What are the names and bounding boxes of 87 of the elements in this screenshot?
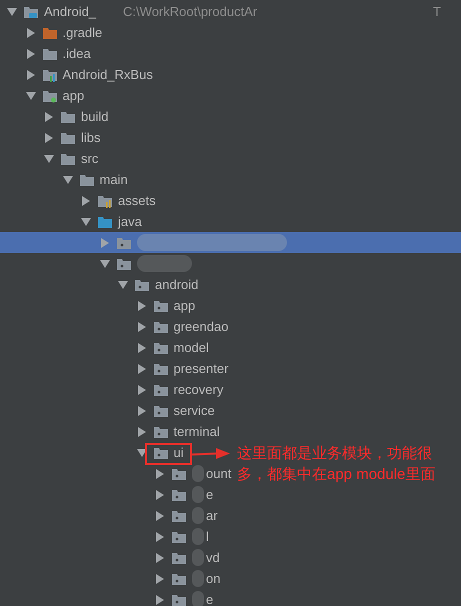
tree-label: .idea xyxy=(62,44,91,63)
module-folder-icon xyxy=(42,88,58,102)
caret-icon[interactable] xyxy=(24,48,36,60)
caret-icon[interactable] xyxy=(136,362,148,374)
caret-icon[interactable] xyxy=(80,216,92,228)
tree-label: terminal xyxy=(174,422,220,441)
tree-label: on xyxy=(206,570,220,588)
tree-label: java xyxy=(118,212,142,231)
caret-icon[interactable] xyxy=(43,132,55,144)
caret-icon[interactable] xyxy=(24,26,36,38)
annotation-text: 这里面都是业务模块，功能很多，都集中在app module里面 xyxy=(237,444,436,485)
tree-label: main xyxy=(100,170,128,189)
package-folder-icon xyxy=(134,278,150,292)
tree-label: e xyxy=(206,590,214,606)
caret-icon[interactable] xyxy=(117,278,129,290)
caret-icon[interactable] xyxy=(154,510,166,522)
tree-label: e xyxy=(206,486,214,504)
caret-icon[interactable] xyxy=(43,110,55,122)
caret-icon[interactable] xyxy=(136,426,148,438)
caret-icon[interactable] xyxy=(62,174,74,186)
package-folder-icon xyxy=(152,362,168,376)
folder-icon xyxy=(60,110,76,124)
tree-label: android xyxy=(155,276,198,294)
caret-icon[interactable] xyxy=(6,6,18,18)
project-path-end: T xyxy=(433,2,441,21)
tree-label: Android_ xyxy=(44,2,96,21)
folder-icon xyxy=(42,46,58,60)
package-folder-icon xyxy=(171,466,187,480)
tree-label: ount xyxy=(206,464,232,483)
caret-icon[interactable] xyxy=(154,572,166,584)
tree-label: build xyxy=(81,108,108,126)
package-folder-icon xyxy=(171,508,187,522)
package-folder-icon xyxy=(152,298,168,312)
caret-icon[interactable] xyxy=(154,594,166,606)
package-folder-icon xyxy=(152,382,168,396)
caret-icon[interactable] xyxy=(43,152,55,164)
package-folder-icon xyxy=(152,320,168,334)
package-folder-icon xyxy=(152,446,168,460)
caret-icon[interactable] xyxy=(136,446,148,458)
tree-label: l xyxy=(206,528,209,546)
tree-label: greendao xyxy=(174,318,228,336)
tree-label: vd xyxy=(206,548,220,567)
tree-label: .gradle xyxy=(62,24,102,42)
tree-label: ui xyxy=(174,444,184,462)
tree-label: app xyxy=(174,296,196,315)
tree-label: assets xyxy=(118,192,156,210)
package-folder-icon xyxy=(171,530,187,544)
caret-icon[interactable] xyxy=(136,404,148,416)
package-folder-icon xyxy=(171,572,187,586)
caret-icon[interactable] xyxy=(136,342,148,354)
tree-label: presenter xyxy=(174,360,228,378)
tree-label: app xyxy=(62,86,84,105)
caret-icon[interactable] xyxy=(154,488,166,500)
folder-icon xyxy=(60,130,76,144)
caret-icon[interactable] xyxy=(154,530,166,542)
module-folder-icon xyxy=(42,68,58,82)
excluded-folder-icon xyxy=(42,26,58,40)
caret-icon[interactable] xyxy=(24,68,36,80)
folder-icon xyxy=(78,172,94,186)
package-folder-icon xyxy=(116,256,132,270)
tree-label: service xyxy=(174,402,215,420)
caret-icon[interactable] xyxy=(136,320,148,332)
tree-label: Android_RxBus xyxy=(62,66,153,84)
source-folder-icon xyxy=(97,214,113,228)
folder-icon xyxy=(60,152,76,166)
package-folder-icon xyxy=(152,404,168,418)
tree-label: src xyxy=(81,150,98,168)
caret-icon[interactable] xyxy=(154,468,166,480)
caret-icon[interactable] xyxy=(98,258,110,270)
tree-label: recovery xyxy=(174,380,224,399)
caret-icon[interactable] xyxy=(154,552,166,564)
package-folder-icon xyxy=(152,340,168,354)
project-path: C:\WorkRoot\productAr xyxy=(123,2,258,21)
resources-folder-icon xyxy=(97,194,113,208)
arrow-icon xyxy=(192,448,230,460)
caret-icon[interactable] xyxy=(136,384,148,396)
caret-icon[interactable] xyxy=(24,90,36,102)
caret-icon[interactable] xyxy=(80,194,92,206)
tree-label: ar xyxy=(206,506,218,525)
package-folder-icon xyxy=(116,236,132,250)
project-folder-icon xyxy=(23,4,39,18)
package-folder-icon xyxy=(171,550,187,564)
tree-label: libs xyxy=(81,128,101,147)
package-folder-icon xyxy=(152,424,168,438)
package-folder-icon xyxy=(171,488,187,502)
tree-label: model xyxy=(174,338,209,357)
caret-icon[interactable] xyxy=(136,300,148,312)
